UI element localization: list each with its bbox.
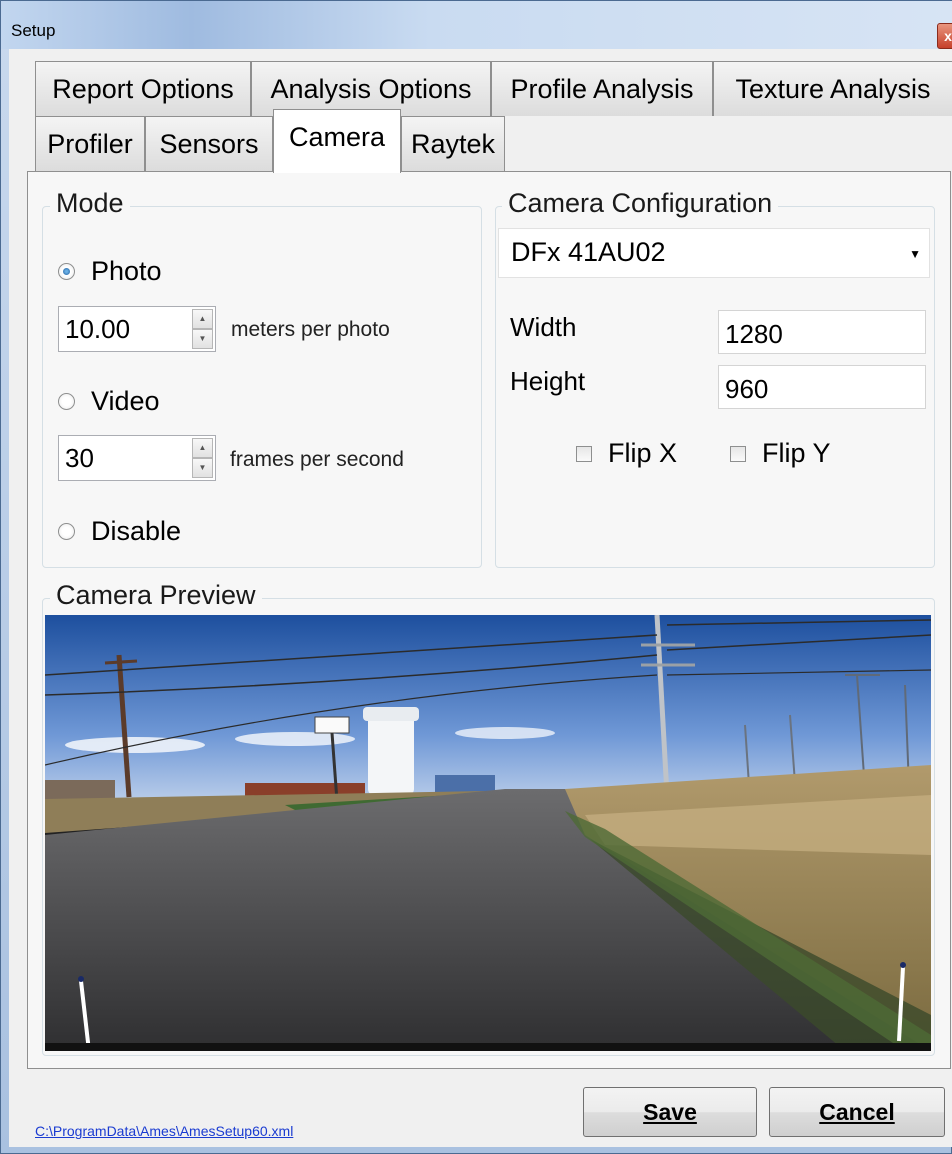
disable-radio-row[interactable]: Disable xyxy=(58,516,181,547)
cancel-button[interactable]: Cancel xyxy=(769,1087,945,1137)
tab-report-options[interactable]: Report Options xyxy=(35,61,251,116)
photo-radio[interactable] xyxy=(58,263,75,280)
tab-analysis-options[interactable]: Analysis Options xyxy=(251,61,491,116)
camera-preview-scene xyxy=(45,615,931,1051)
cancel-button-label: Cancel xyxy=(819,1099,895,1125)
frames-per-second-value: 30 xyxy=(65,443,94,473)
frames-per-second-label: frames per second xyxy=(230,448,404,471)
width-field[interactable]: 1280 xyxy=(718,310,926,354)
camera-tab-panel: Mode Photo 10.00 ▲ ▼ meters per photo Vi… xyxy=(27,171,951,1069)
config-file-path-link[interactable]: C:\ProgramData\Ames\AmesSetup60.xml xyxy=(35,1123,293,1139)
meters-per-photo-label: meters per photo xyxy=(231,318,390,341)
flip-x-checkbox[interactable] xyxy=(576,445,592,462)
video-radio-row[interactable]: Video xyxy=(58,386,160,417)
stepper-up-icon[interactable]: ▲ xyxy=(192,438,213,458)
meters-per-photo-stepper[interactable]: 10.00 ▲ ▼ xyxy=(58,306,216,352)
tab-profile-analysis[interactable]: Profile Analysis xyxy=(491,61,713,116)
mode-group-title: Mode xyxy=(50,188,130,219)
save-button-label: Save xyxy=(643,1099,697,1125)
title-bar[interactable]: Setup x xyxy=(1,1,952,49)
photo-radio-label: Photo xyxy=(91,256,162,286)
height-field[interactable]: 960 xyxy=(718,365,926,409)
flip-y-checkbox[interactable] xyxy=(730,445,746,462)
close-button[interactable]: x xyxy=(937,23,952,49)
tab-raytek[interactable]: Raytek xyxy=(401,116,505,171)
tab-profiler[interactable]: Profiler xyxy=(35,116,145,171)
flip-y-row[interactable]: Flip Y xyxy=(730,438,831,469)
setup-window: Setup x Report Options Analysis Options … xyxy=(0,0,952,1154)
stepper-down-icon[interactable]: ▼ xyxy=(192,458,213,478)
stepper-buttons: ▲ ▼ xyxy=(192,309,213,349)
tab-label: Report Options xyxy=(52,74,234,104)
width-label: Width xyxy=(510,312,577,342)
tab-label: Sensors xyxy=(159,129,259,159)
flip-y-label: Flip Y xyxy=(762,438,831,468)
chevron-down-icon[interactable]: ▼ xyxy=(909,247,921,261)
height-value: 960 xyxy=(725,374,769,404)
tab-label: Camera xyxy=(288,122,386,152)
width-value: 1280 xyxy=(725,319,783,349)
tab-label: Raytek xyxy=(410,129,496,159)
camera-model-select[interactable]: DFx 41AU02 ▼ xyxy=(498,228,930,278)
tab-label: Profile Analysis xyxy=(510,74,694,104)
disable-radio[interactable] xyxy=(58,523,75,540)
photo-radio-row[interactable]: Photo xyxy=(58,256,162,287)
video-radio-label: Video xyxy=(91,386,160,416)
tab-label: Profiler xyxy=(47,129,133,159)
flip-x-label: Flip X xyxy=(608,438,678,468)
stepper-up-icon[interactable]: ▲ xyxy=(192,309,213,329)
window-title: Setup xyxy=(11,21,56,40)
video-radio[interactable] xyxy=(58,393,75,410)
tab-sensors[interactable]: Sensors xyxy=(145,116,273,171)
dialog-body: Report Options Analysis Options Profile … xyxy=(9,49,952,1147)
stepper-buttons: ▲ ▼ xyxy=(192,438,213,478)
camera-configuration-title: Camera Configuration xyxy=(502,188,779,219)
camera-model-value: DFx 41AU02 xyxy=(511,237,666,267)
stepper-down-icon[interactable]: ▼ xyxy=(192,329,213,349)
save-button[interactable]: Save xyxy=(583,1087,757,1137)
camera-preview-image xyxy=(45,615,931,1051)
tab-label: Analysis Options xyxy=(270,74,472,104)
frames-per-second-stepper[interactable]: 30 ▲ ▼ xyxy=(58,435,216,481)
tab-texture-analysis[interactable]: Texture Analysis xyxy=(713,61,952,116)
camera-preview-title: Camera Preview xyxy=(50,580,262,611)
tab-camera[interactable]: Camera xyxy=(273,109,401,173)
height-label: Height xyxy=(510,366,586,396)
close-icon: x xyxy=(944,28,952,44)
disable-radio-label: Disable xyxy=(91,516,182,546)
flip-x-row[interactable]: Flip X xyxy=(576,438,677,469)
tab-label: Texture Analysis xyxy=(735,74,931,104)
meters-per-photo-value: 10.00 xyxy=(65,314,131,344)
